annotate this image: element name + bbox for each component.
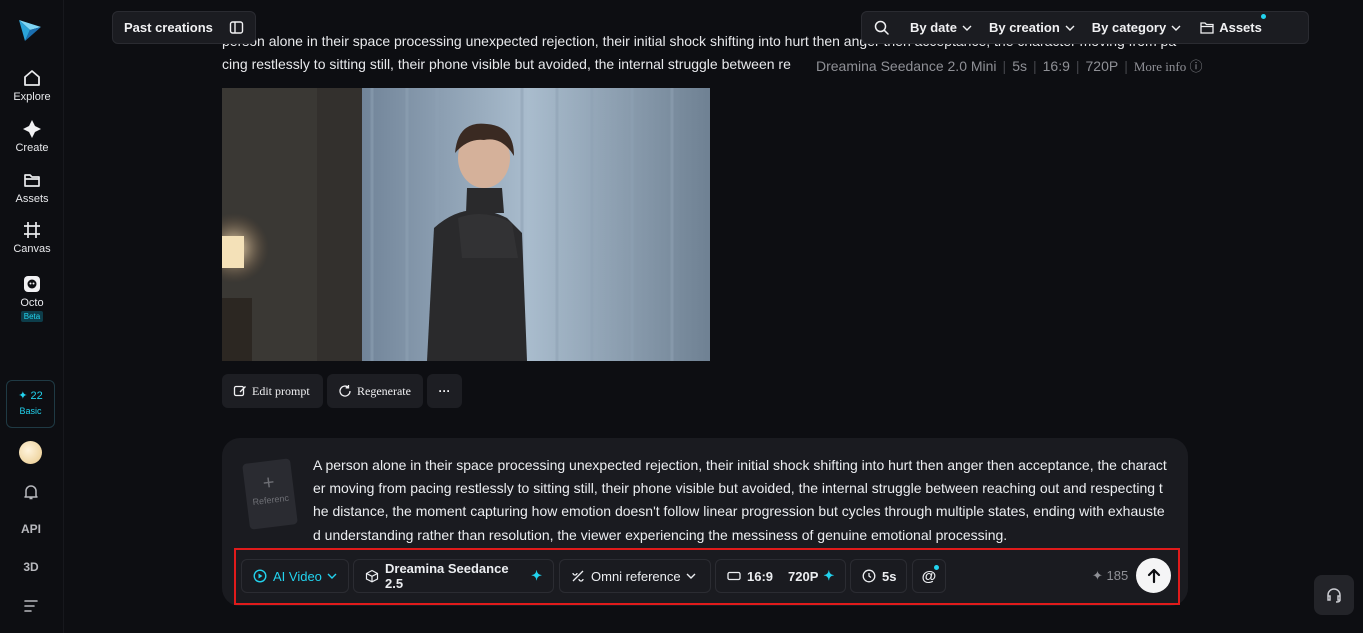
assets-button[interactable]: Assets [1200,14,1266,35]
send-button[interactable] [1136,558,1171,593]
regenerate-button[interactable]: Regenerate [327,374,423,408]
model-name: Dreamina Seedance 2.0 Mini [816,58,997,74]
plan-label: Basic [19,406,42,416]
3d-link[interactable]: 3D [0,560,62,574]
canvas-icon [24,222,40,238]
logo-icon[interactable] [16,16,44,44]
regenerate-label: Regenerate [357,383,411,398]
video-mode-icon [253,569,267,583]
mention-label: @ [921,567,937,585]
sidebar-item-assets[interactable]: Assets [0,170,64,205]
reference-mode-label: Omni reference [591,568,681,584]
sidebar-item-label: Canvas [13,243,51,255]
sparkle-icon: ✦ [1092,568,1103,583]
filter-label: By category [1091,20,1167,35]
sidebar-item-label: Explore [13,91,51,103]
chevron-down-icon [1171,25,1181,31]
mode-label: AI Video [273,568,322,584]
bell-icon [24,485,38,500]
filter-by-creation[interactable]: By creation [989,20,1075,35]
credits-count: 22 [30,390,43,402]
sidebar-item-explore[interactable]: Explore [0,68,64,103]
more-options-label: ··· [438,384,451,398]
home-icon [24,70,40,86]
sparkle-icon: ✦ [823,568,835,583]
folder-icon [1200,22,1214,34]
chevron-down-icon [686,573,696,579]
edit-prompt-label: Edit prompt [252,383,310,398]
chevron-down-icon [1065,25,1075,31]
prompt-input[interactable]: A person alone in their space processing… [313,454,1168,547]
sidebar-item-label: Create [15,142,49,154]
menu-button[interactable] [0,599,62,616]
credit-cost: ✦ 185 [1092,568,1128,584]
panel-toggle-icon[interactable] [229,20,244,35]
ratio: 16:9 [1042,58,1070,74]
model-label: Dreamina Seedance 2.5 [385,561,509,591]
filter-by-category[interactable]: By category [1092,20,1181,35]
cost-value: 185 [1106,568,1129,583]
past-creations-label: Past creations [124,20,213,35]
octo-icon [24,276,40,292]
reference-upload-card[interactable]: + Referenc [242,458,298,530]
search-icon[interactable] [874,20,889,35]
sidebar-item-canvas[interactable]: Canvas [0,220,64,255]
notification-dot [1260,14,1266,19]
sparkle-icon: ✦ [531,568,542,583]
reference-mode-select[interactable]: Omni reference [559,559,711,593]
duration: 5s [1012,58,1027,74]
beta-badge: Beta [20,311,44,322]
sparkle-icon: ✦ [18,390,28,402]
more-options-button[interactable]: ··· [427,374,462,408]
ratio-label: 16:9 [747,568,774,584]
omni-reference-icon [571,569,585,583]
sidebar-item-octo[interactable]: Octo Beta [0,274,64,322]
mention-button[interactable]: @ [912,559,946,593]
chevron-down-icon [962,25,972,31]
generation-prompt-line2: cing restlessly to sitting still, their … [222,56,791,72]
cube-icon [365,569,379,583]
sidebar-item-label: Assets [15,193,49,205]
filter-label: By creation [988,20,1060,35]
more-info-link[interactable]: More info ⓘ [1134,59,1203,74]
arrow-up-icon [1147,568,1160,583]
support-button[interactable] [1314,575,1354,615]
sparkle-icon [23,120,41,138]
folder-icon [24,174,40,187]
chevron-down-icon [327,573,337,579]
sidebar-item-label: Octo [20,297,44,309]
video-thumbnail[interactable] [222,88,710,361]
aspect-ratio-icon [727,571,741,581]
video-frame-image [222,88,710,361]
duration-label: 5s [882,568,897,584]
edit-prompt-button[interactable]: Edit prompt [222,374,323,408]
past-creations-button[interactable]: Past creations [112,11,256,44]
edit-icon [233,385,246,397]
model-select[interactable]: Dreamina Seedance 2.5 ✦ [353,559,554,593]
mode-select[interactable]: AI Video [241,559,349,593]
duration-select[interactable]: 5s [850,559,907,593]
notification-button[interactable] [0,483,62,504]
notification-dot [934,565,939,570]
menu-icon [24,600,38,612]
info-icon: ⓘ [1189,59,1203,74]
ratio-resolution-select[interactable]: 16:9 720P ✦ [715,559,846,593]
sidebar-item-create[interactable]: Create [0,119,64,154]
api-link[interactable]: API [0,522,62,536]
resolution: 720P [1085,58,1119,74]
generation-meta: Dreamina Seedance 2.0 Mini | 5s | 16:9 | 720P |… [816,58,1203,74]
credits-badge[interactable]: ✦ 22 Basic [6,380,55,428]
avatar[interactable] [19,441,42,464]
filter-by-date[interactable]: By date [910,20,972,35]
filter-label: By date [910,20,957,35]
refresh-icon [339,385,351,397]
headset-icon [1327,588,1341,603]
clock-icon [862,569,876,583]
resolution-label: 720P [788,568,819,584]
assets-label: Assets [1219,20,1262,35]
sidebar: Explore Create Assets Canvas Octo Beta ✦… [0,0,64,633]
more-info-label: More info [1133,59,1187,74]
filter-bar: By date By creation By category Assets [861,11,1309,44]
